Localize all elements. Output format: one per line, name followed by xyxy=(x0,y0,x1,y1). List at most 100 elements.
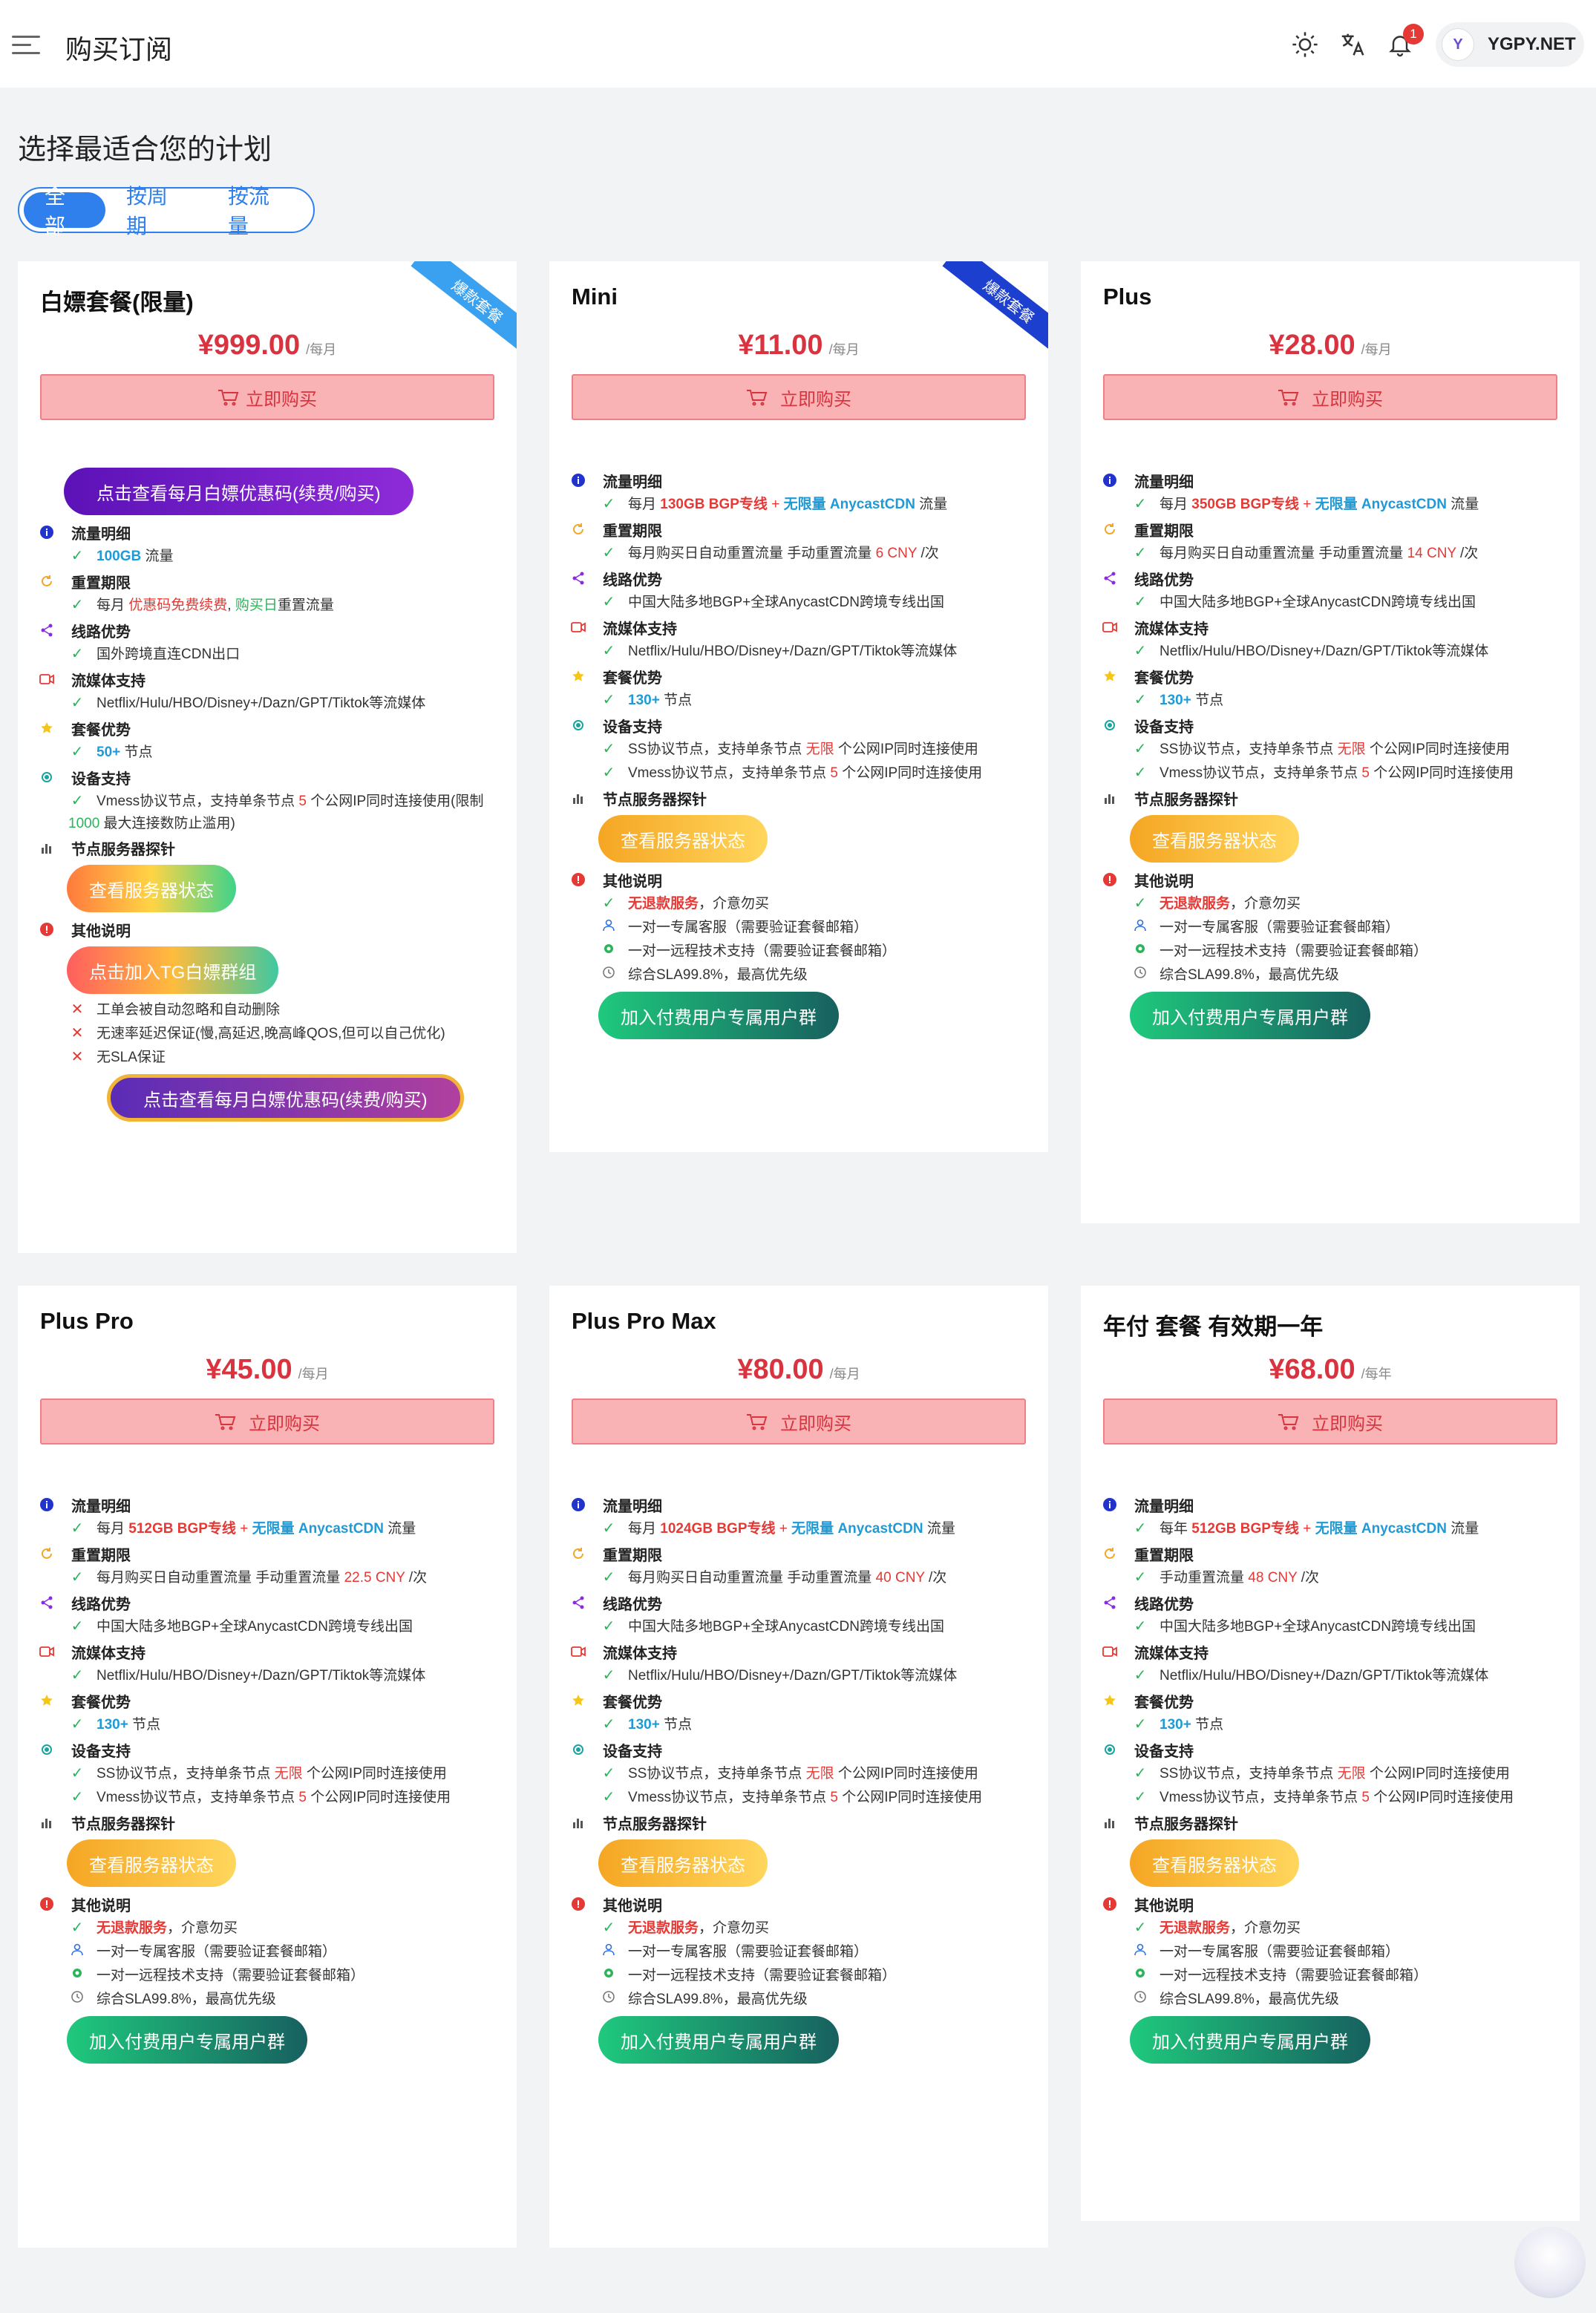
list-item: ✓ 130+ 节点 xyxy=(1102,1713,1559,1737)
check-icon: ✓ xyxy=(71,1765,84,1782)
list-item: ✓ Vmess协议节点，支持单条节点 5 个公网IP同时连接使用 xyxy=(1102,1786,1559,1810)
check-icon: ✓ xyxy=(602,1520,615,1537)
check-icon: ✓ xyxy=(1134,1789,1147,1805)
plan-card: 爆款套餐 白嫖套餐(限量) ¥999.00/每月 立即购买 点击查看每月白嫖优惠… xyxy=(18,261,517,1253)
cross-icon: ✕ xyxy=(71,1001,84,1018)
tg-group-button[interactable]: 点击加入TG白嫖群组 xyxy=(67,946,279,994)
list-item: ✓ 中国大陆多地BGP+全球AnycastCDN跨境专线出国 xyxy=(1102,1615,1559,1639)
alert-icon xyxy=(1102,871,1118,888)
cart-icon xyxy=(746,1413,774,1430)
join-group-button[interactable]: 加入付费用户专属用户群 xyxy=(598,2016,839,2064)
check-icon: ✓ xyxy=(1134,741,1147,757)
video-icon xyxy=(1102,1643,1118,1660)
list-item: ✓ 每月 350GB BGP专线 + 无限量 AnycastCDN 流量 xyxy=(1102,493,1559,517)
check-icon: ✓ xyxy=(602,1716,615,1733)
join-group-button[interactable]: 加入付费用户专属用户群 xyxy=(1130,2016,1370,2064)
list-item: ✓ 130+ 节点 xyxy=(570,1713,1027,1737)
promo-code-button[interactable]: 点击查看每月白嫖优惠码(续费/购买) xyxy=(64,468,413,515)
plan-card: 爆款套餐 Mini ¥11.00/每月 立即购买 流量明细 ✓ 每月 130GB … xyxy=(549,261,1048,1152)
promo-code-button-2[interactable]: 点击查看每月白嫖优惠码(续费/购买) xyxy=(107,1074,464,1122)
section-label: 线路优势 xyxy=(603,1596,662,1613)
cart-icon xyxy=(1278,1413,1306,1430)
bar-chart-icon xyxy=(1102,1814,1118,1831)
tab-all[interactable]: 全部 xyxy=(24,185,105,238)
user-menu[interactable]: Y YGPY.NET xyxy=(1436,22,1584,67)
tab-by-traffic[interactable]: 按流量 xyxy=(207,185,309,238)
bell-icon[interactable]: 1 xyxy=(1385,24,1424,59)
buy-button[interactable]: 立即购买 xyxy=(572,374,1026,420)
server-status-button[interactable]: 查看服务器状态 xyxy=(67,865,236,912)
bar-chart-icon xyxy=(570,1814,586,1831)
list-item: ✓ Netflix/Hulu/HBO/Disney+/Dazn/GPT/Tikto… xyxy=(570,640,1027,664)
check-icon: ✓ xyxy=(71,548,84,564)
check-icon: ✓ xyxy=(71,1520,84,1537)
check-icon: ✓ xyxy=(71,1667,84,1684)
section-label: 重置期限 xyxy=(1134,523,1194,540)
section-label: 设备支持 xyxy=(603,719,662,736)
alert-icon xyxy=(39,1896,55,1912)
price-unit: /每月 xyxy=(1361,342,1392,357)
list-item: ✓ 无退款服务，介意勿买 xyxy=(570,892,1027,916)
alert-icon xyxy=(1102,1896,1118,1912)
tab-by-period[interactable]: 按周期 xyxy=(105,185,207,238)
bar-chart-icon xyxy=(39,840,55,856)
check-icon: ✓ xyxy=(71,1618,84,1635)
buy-button[interactable]: 立即购买 xyxy=(1103,1398,1557,1445)
list-item: ✓ 每月 130GB BGP专线 + 无限量 AnycastCDN 流量 xyxy=(570,493,1027,517)
plan-price: ¥11.00 xyxy=(738,330,823,361)
join-group-button[interactable]: 加入付费用户专属用户群 xyxy=(67,2016,307,2064)
server-status-button[interactable]: 查看服务器状态 xyxy=(67,1839,236,1887)
buy-button[interactable]: 立即购买 xyxy=(40,374,494,420)
server-status-button[interactable]: 查看服务器状态 xyxy=(598,1839,768,1887)
check-icon: ✓ xyxy=(602,1667,615,1684)
check-icon: ✓ xyxy=(1134,692,1147,708)
cross-icon: ✕ xyxy=(71,1025,84,1041)
share-icon xyxy=(1102,570,1118,586)
list-item: 一对一远程技术支持（需要验证套餐邮箱） xyxy=(39,1964,496,1988)
section-label: 设备支持 xyxy=(1134,719,1194,736)
check-icon: ✓ xyxy=(71,793,84,809)
buy-button[interactable]: 立即购买 xyxy=(572,1398,1026,1445)
section-label: 流媒体支持 xyxy=(1134,621,1209,638)
join-group-button[interactable]: 加入付费用户专属用户群 xyxy=(1130,992,1370,1039)
list-item: 综合SLA99.8%，最高优先级 xyxy=(570,1988,1027,2012)
section-label: 线路优势 xyxy=(603,572,662,589)
translate-icon[interactable] xyxy=(1338,30,1367,59)
server-status-button[interactable]: 查看服务器状态 xyxy=(598,815,768,863)
section-label: 设备支持 xyxy=(1134,1743,1194,1760)
refresh-icon xyxy=(39,1545,55,1562)
list-item: ✓ 中国大陆多地BGP+全球AnycastCDN跨境专线出国 xyxy=(1102,591,1559,615)
check-icon: ✓ xyxy=(1134,545,1147,561)
section-label: 流媒体支持 xyxy=(603,1645,677,1662)
buy-button[interactable]: 立即购买 xyxy=(40,1398,494,1445)
list-item: 综合SLA99.8%，最高优先级 xyxy=(39,1988,496,2012)
server-status-button[interactable]: 查看服务器状态 xyxy=(1130,815,1299,863)
check-icon: ✓ xyxy=(602,1618,615,1635)
user-icon xyxy=(1131,1940,1149,1963)
join-group-button[interactable]: 加入付费用户专属用户群 xyxy=(598,992,839,1039)
list-item: 一对一专属客服（需要验证套餐邮箱） xyxy=(570,916,1027,940)
server-status-button[interactable]: 查看服务器状态 xyxy=(1130,1839,1299,1887)
video-icon xyxy=(570,619,586,635)
list-item: ✓ Vmess协议节点，支持单条节点 5 个公网IP同时连接使用 xyxy=(1102,762,1559,785)
check-icon: ✓ xyxy=(1134,1765,1147,1782)
section-label: 套餐优势 xyxy=(603,670,662,687)
check-icon: ✓ xyxy=(71,1789,84,1805)
plan-card: Plus ¥28.00/每月 立即购买 流量明细 ✓ 每月 350GB BGP专线… xyxy=(1081,261,1580,1223)
check-icon: ✓ xyxy=(71,597,84,613)
sun-icon[interactable] xyxy=(1290,30,1320,59)
section-label: 流媒体支持 xyxy=(71,1645,145,1662)
bar-chart-icon xyxy=(1102,790,1118,806)
list-item: ✓ SS协议节点，支持单条节点 无限 个公网IP同时连接使用 xyxy=(1102,738,1559,762)
price-unit: /每月 xyxy=(828,342,860,357)
menu-icon[interactable] xyxy=(12,36,42,56)
refresh-icon xyxy=(1102,1545,1118,1562)
section-label: 流量明细 xyxy=(1134,1498,1194,1515)
mascot-avatar[interactable] xyxy=(1514,2227,1586,2298)
buy-button[interactable]: 立即购买 xyxy=(1103,374,1557,420)
star-icon xyxy=(39,720,55,736)
plan-price: ¥68.00 xyxy=(1269,1354,1355,1385)
plan-card: 年付 套餐 有效期一年 ¥68.00/每年 立即购买 流量明细 ✓ 每年 512G… xyxy=(1081,1286,1580,2221)
share-icon xyxy=(39,1594,55,1611)
list-item: ✓ Netflix/Hulu/HBO/Disney+/Dazn/GPT/Tikto… xyxy=(570,1664,1027,1688)
